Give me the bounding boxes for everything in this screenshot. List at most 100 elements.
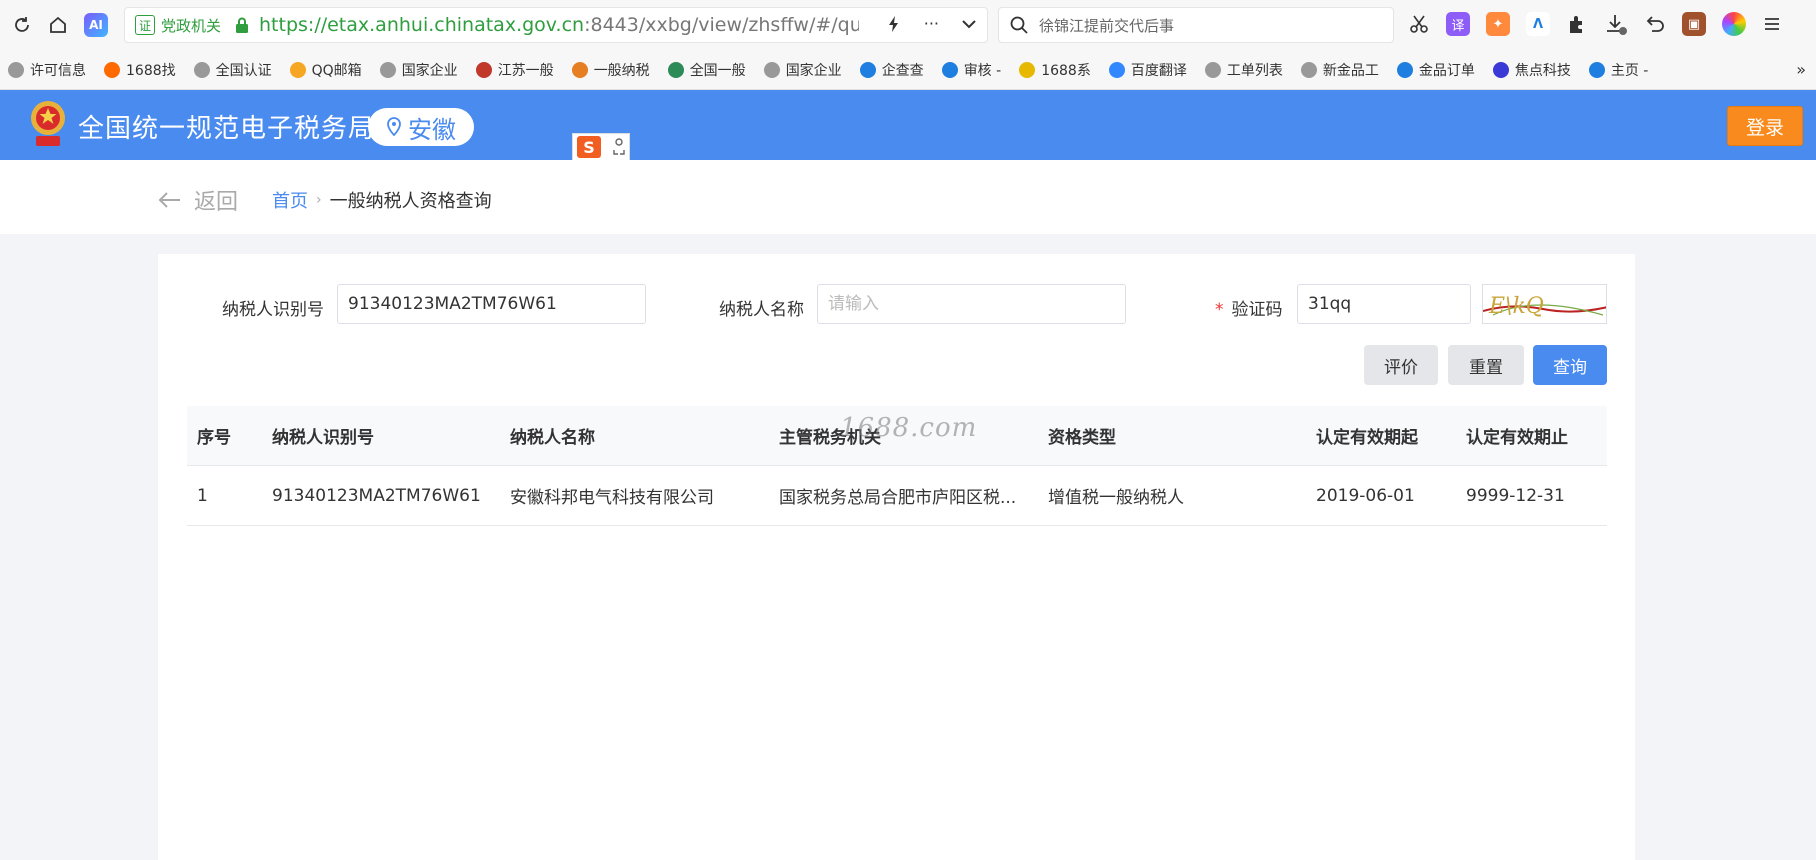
bookmark-favicon-icon [475,61,492,78]
bookmark-favicon-icon [1204,61,1221,78]
ai-ext-icon[interactable]: Λ [1526,12,1550,36]
bookmark-item[interactable]: 国家企业 [379,60,458,80]
taxpayer-id-label: 纳税人识别号 [222,300,324,320]
table-cell: 安徽科邦电气科技有限公司 [510,488,714,508]
bookmark-favicon-icon [8,61,24,78]
bookmark-item[interactable]: 焦点科技 [1492,60,1571,80]
refresh-icon[interactable] [8,11,36,39]
column-header: 纳税人识别号 [272,428,374,448]
column-header: 认定有效期起 [1316,428,1418,448]
chevron-down-icon[interactable] [961,19,977,29]
reset-button[interactable]: 重置 [1448,345,1524,385]
profile-icon[interactable] [1722,12,1746,36]
bookmark-item[interactable]: 金品订单 [1396,60,1475,80]
address-bar[interactable]: 证 党政机关 https://etax.anhui.chinatax.gov.c… [124,7,988,43]
back-button[interactable]: 返回 [158,184,238,216]
breadcrumb-home[interactable]: 首页 [272,187,308,213]
region-selector[interactable]: 安徽 [368,108,474,146]
bookmark-label: 主页 - [1610,62,1649,79]
taxpayer-name-label: 纳税人名称 [719,300,804,320]
game-ext-icon[interactable]: ✦ [1486,12,1510,36]
bookmark-item[interactable]: 企查查 [859,60,924,80]
scissors-icon[interactable] [1408,13,1430,35]
bookmark-item[interactable]: 国家企业 [763,60,842,80]
login-button[interactable]: 登录 [1727,106,1803,146]
home-icon[interactable] [44,11,72,39]
extension-icons: 译 ✦ Λ ▣ [1408,12,1782,36]
column-header: 资格类型 [1048,428,1116,448]
bookmark-item[interactable]: 主页 - [1588,60,1649,80]
bookmark-item[interactable]: 1688系 [1019,60,1091,80]
bookmark-item[interactable]: 一般纳税 [571,60,650,80]
region-label: 安徽 [408,115,456,144]
site-header: 全国统一规范电子税务局 安徽 S 登录 [0,90,1816,161]
evaluate-button[interactable]: 评价 [1364,345,1438,385]
bookmark-item[interactable]: 许可信息 [8,60,86,80]
lightning-icon[interactable] [886,15,902,33]
taxpayer-id-input[interactable] [337,284,646,324]
bookmark-item[interactable]: 审核 - [941,60,1002,80]
bookmark-item[interactable]: 全国认证 [193,60,272,80]
table-cell: 2019-06-01 [1316,485,1415,506]
captcha-image[interactable]: E\kQ [1482,284,1607,324]
puzzle-icon[interactable] [1566,13,1588,35]
taxpayer-name-input[interactable] [817,284,1126,324]
bookmark-item[interactable]: 1688找 [104,60,176,80]
ai-assistant-icon[interactable]: AI [84,13,108,37]
bookmark-favicon-icon [1396,61,1413,78]
download-icon[interactable] [1604,12,1628,36]
url-path: :8443/xxbg/view/zhsffw/#/query/ybns [584,14,860,36]
bookmark-favicon-icon [1588,61,1605,78]
bookmark-label: 审核 - [963,62,1002,79]
bookmarks-bar: 许可信息 1688找 全国认证 QQ邮箱 国家企业 江苏一般 一般纳税 全国一般 国家企业 企查查… [0,50,1816,90]
lock-icon [236,17,249,33]
bookmark-item[interactable]: 全国一般 [667,60,746,80]
search-icon [1010,16,1028,34]
bookmark-label: 新金品工 [1322,62,1379,79]
breadcrumb-bar: 返回 首页 › 一般纳税人资格查询 [0,160,1816,234]
column-header: 纳税人名称 [510,428,595,448]
bookmark-label: 全国一般 [689,62,746,79]
bookmark-item[interactable]: 新金品工 [1300,60,1379,80]
bookmark-label: 国家企业 [785,62,842,79]
url-text[interactable]: https://etax.anhui.chinatax.gov.cn:8443/… [259,14,859,36]
table-body: 1 91340123MA2TM76W61 安徽科邦电气科技有限公司 国家税务总局合肥市… [187,466,1607,526]
bookmark-favicon-icon [571,61,588,78]
bookmark-favicon-icon [289,61,306,78]
browser-toolbar: AI 证 党政机关 https://etax.anhui.chinatax.go… [0,0,1816,50]
more-icon[interactable]: ··· [924,14,939,33]
gov-badge-icon: 证 [135,15,155,35]
search-placeholder: 徐锦江提前交代后事 [1039,16,1175,35]
bookmark-item[interactable]: 工单列表 [1204,60,1283,80]
captcha-text: E\kQ [1488,294,1544,319]
bookmark-label: 金品订单 [1418,62,1475,79]
breadcrumb: 首页 › 一般纳税人资格查询 [272,187,492,213]
required-mark: * [1215,300,1224,320]
bookmark-label: 一般纳税 [593,62,650,79]
bookmark-item[interactable]: QQ邮箱 [289,60,362,80]
bookmarks-more-icon[interactable]: » [1796,60,1806,79]
bookmark-favicon-icon [859,61,876,78]
query-button[interactable]: 查询 [1533,345,1607,385]
column-header: 认定有效期止 [1466,428,1568,448]
breadcrumb-separator: › [316,192,322,208]
url-host: https://etax.anhui.chinatax.gov.cn [259,14,585,36]
undo-icon[interactable] [1644,13,1666,35]
bookmark-favicon-icon [763,61,780,78]
bookmark-label: 国家企业 [401,62,458,79]
ime-expand-icon[interactable] [609,137,629,157]
arrow-left-icon [158,192,180,208]
bookmark-label: 工单列表 [1226,62,1283,79]
captcha-input[interactable] [1297,284,1471,324]
ime-toolbar[interactable]: S [572,133,630,161]
bookmark-favicon-icon [193,61,210,78]
gov-badge-label: 党政机关 [161,16,222,35]
bookmark-item[interactable]: 江苏一般 [475,60,554,80]
briefcase-icon[interactable]: ▣ [1682,12,1706,36]
bookmark-label: 许可信息 [30,62,86,79]
translate-ext-icon[interactable]: 译 [1446,12,1470,36]
site-title: 全国统一规范电子税务局 [78,114,376,144]
menu-icon[interactable] [1762,14,1782,34]
browser-search[interactable]: 徐锦江提前交代后事 [998,7,1394,43]
bookmark-item[interactable]: 百度翻译 [1108,60,1187,80]
